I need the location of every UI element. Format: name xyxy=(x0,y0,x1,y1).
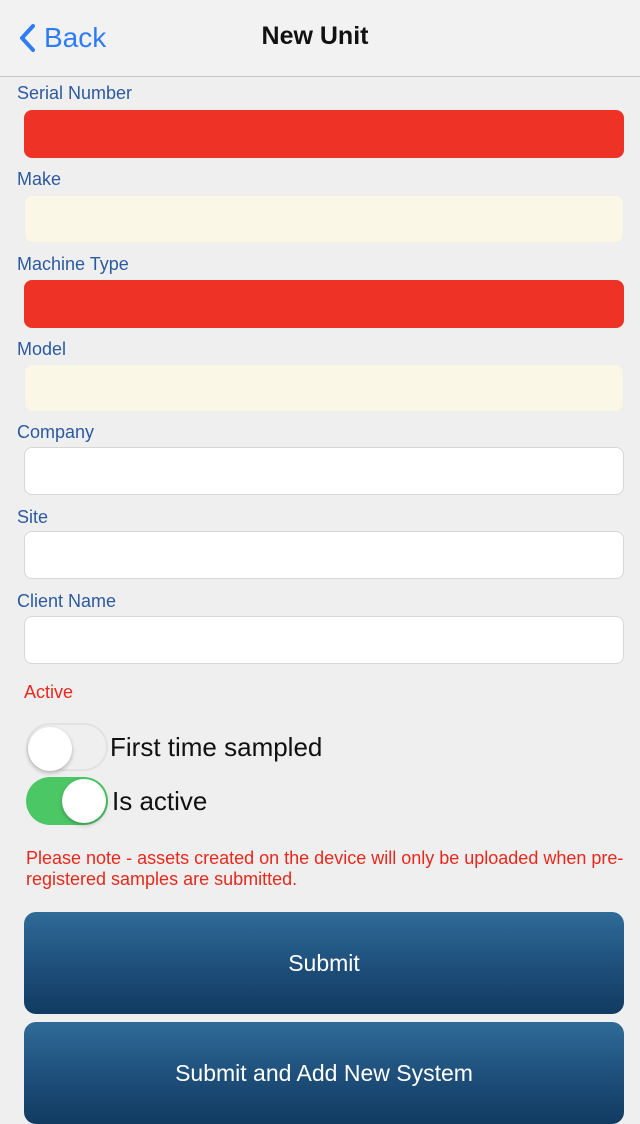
navigation-bar: Back New Unit xyxy=(0,0,640,77)
page-title: New Unit xyxy=(261,22,369,50)
submit-and-add-new-system-button[interactable]: Submit and Add New System xyxy=(24,1022,624,1124)
site-input[interactable] xyxy=(24,531,624,579)
submit-button[interactable]: Submit xyxy=(24,912,624,1014)
model-label: Model xyxy=(17,339,67,359)
first-time-sampled-toggle[interactable] xyxy=(26,723,108,771)
site-label: Site xyxy=(17,507,49,527)
machine-type-input[interactable] xyxy=(24,280,624,328)
serial-number-label: Serial Number xyxy=(17,83,133,103)
machine-type-label: Machine Type xyxy=(17,254,129,274)
is-active-row: Is active xyxy=(26,776,207,826)
make-label: Make xyxy=(17,169,62,189)
toggle-knob xyxy=(28,727,72,771)
first-time-sampled-label: First time sampled xyxy=(110,731,323,762)
company-label: Company xyxy=(17,422,95,442)
active-section-title: Active xyxy=(24,682,74,702)
is-active-label: Is active xyxy=(112,785,208,816)
first-time-sampled-row: First time sampled xyxy=(26,722,322,772)
make-input[interactable] xyxy=(24,195,624,243)
client-name-input[interactable] xyxy=(24,616,624,664)
serial-number-input[interactable] xyxy=(24,110,624,158)
model-input[interactable] xyxy=(24,364,624,412)
company-input[interactable] xyxy=(24,447,624,495)
is-active-toggle[interactable] xyxy=(26,777,108,825)
upload-note: Please note - assets created on the devi… xyxy=(26,848,624,889)
toggle-knob xyxy=(62,779,106,823)
client-name-label: Client Name xyxy=(17,591,117,611)
